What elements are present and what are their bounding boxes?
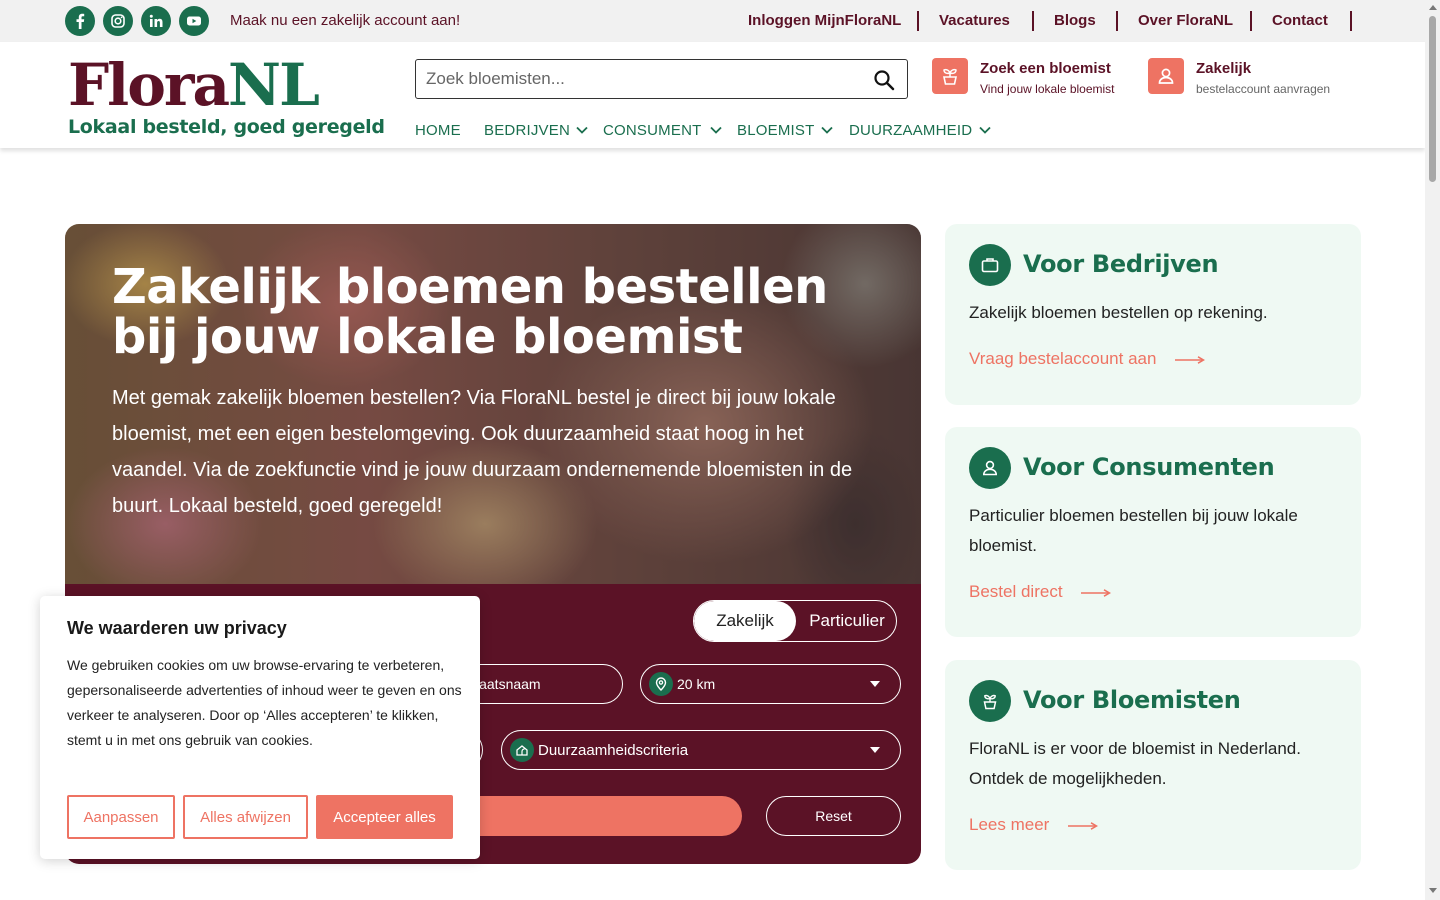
nav-bedrijven[interactable]: BEDRIJVEN: [484, 122, 588, 139]
floranl-logo[interactable]: FloraNL Lokaal besteld, goed geregeld: [68, 51, 385, 138]
nav-label: CONSUMENT: [603, 122, 702, 139]
caret-down-icon: [870, 747, 880, 753]
criteria-select[interactable]: Duurzaamheidscriteria: [501, 730, 901, 770]
link-label: Vraag bestelaccount aan: [969, 349, 1157, 368]
card-text: FloraNL is er voor de bloemist in Nederl…: [969, 739, 1301, 788]
contact-link[interactable]: Contact: [1272, 12, 1328, 32]
nav-label: BEDRIJVEN: [484, 122, 570, 139]
linkedin-icon[interactable]: [141, 6, 171, 36]
divider: [1116, 11, 1118, 31]
chevron-down-icon: [979, 126, 991, 134]
search-bar: [415, 59, 908, 99]
logo-tagline: Lokaal besteld, goed geregeld: [68, 116, 385, 138]
location-pin-icon: [649, 672, 673, 696]
scrollbar-thumb[interactable]: [1429, 16, 1436, 182]
search-icon[interactable]: [873, 69, 895, 91]
accept-all-button[interactable]: Accepteer alles: [316, 795, 453, 839]
chevron-down-icon: [821, 126, 833, 134]
criteria-label: Duurzaamheidscriteria: [538, 742, 689, 759]
divider: [1250, 11, 1252, 31]
toggle-particulier[interactable]: Particulier: [796, 601, 896, 641]
distance-value: 20 km: [677, 676, 716, 692]
cookie-title: We waarderen uw privacy: [67, 618, 287, 638]
logo-wordmark: FloraNL: [68, 51, 320, 119]
arrow-right-icon: [1175, 355, 1206, 364]
search-input[interactable]: [426, 68, 856, 90]
plant-icon: [932, 58, 968, 94]
card-title: Voor Bedrijven: [1023, 250, 1219, 278]
read-more-link[interactable]: Lees meer: [969, 815, 1099, 835]
scrollbar[interactable]: [1425, 0, 1440, 900]
cookie-consent-dialog: We waarderen uw privacy We gebruiken coo…: [40, 596, 480, 859]
top-bar: Maak nu een zakelijk account aan! Inlogg…: [0, 0, 1425, 42]
customer-type-toggle: Zakelijk Particulier: [693, 600, 897, 642]
hero-intro: Met gemak zakelijk bloemen bestellen? Vi…: [112, 387, 853, 517]
link-label: Lees meer: [969, 815, 1050, 834]
divider: [1032, 11, 1034, 31]
cta-title: Zoek een bloemist: [980, 60, 1111, 77]
nav-duurzaamheid[interactable]: DUURZAAMHEID: [849, 122, 991, 139]
user-icon: [969, 447, 1011, 489]
card-text: Zakelijk bloemen bestellen op rekening.: [969, 303, 1268, 322]
divider: [1350, 11, 1352, 31]
user-icon: [1148, 58, 1184, 94]
card-text: Particulier bloemen bestellen bij jouw l…: [969, 506, 1298, 555]
arrow-right-icon: [1068, 821, 1099, 830]
scroll-up-icon[interactable]: [1429, 5, 1437, 10]
nav-home[interactable]: HOME: [415, 122, 461, 139]
card-title: Voor Consumenten: [1023, 453, 1275, 481]
nav-bloemist[interactable]: BLOEMIST: [737, 122, 833, 139]
instagram-icon[interactable]: [103, 6, 133, 36]
card-title: Voor Bloemisten: [1023, 686, 1241, 714]
customize-button[interactable]: Aanpassen: [67, 795, 175, 839]
arrow-right-icon: [1081, 588, 1112, 597]
cta-subtitle: bestelaccount aanvragen: [1196, 82, 1331, 96]
login-link[interactable]: Inloggen MijnFloraNL: [748, 12, 901, 32]
nav-label: DUURZAAMHEID: [849, 122, 973, 139]
caret-down-icon: [870, 681, 880, 687]
distance-select[interactable]: 20 km: [640, 664, 901, 704]
link-label: Bestel direct: [969, 582, 1063, 601]
youtube-icon[interactable]: [179, 6, 209, 36]
hero-title: Zakelijk bloemen bestellen bij jouw loka…: [112, 259, 828, 365]
place-input-label: laatsnaam: [476, 676, 541, 692]
request-account-link[interactable]: Vraag bestelaccount aan: [969, 349, 1206, 369]
scroll-down-icon[interactable]: [1429, 888, 1437, 893]
chevron-down-icon: [576, 126, 588, 134]
card-consumenten: Voor Consumenten Particulier bloemen bes…: [945, 427, 1361, 637]
divider: [917, 11, 919, 31]
chevron-down-icon: [710, 126, 722, 134]
eco-house-icon: [510, 738, 534, 762]
nav-consument[interactable]: CONSUMENT: [603, 122, 722, 139]
cookie-text: We gebruiken cookies om uw browse-ervari…: [67, 657, 462, 748]
card-bloemisten: Voor Bloemisten FloraNL is er voor de bl…: [945, 660, 1361, 870]
briefcase-icon: [969, 244, 1011, 286]
promo-text[interactable]: Maak nu een zakelijk account aan!: [230, 12, 460, 29]
card-bedrijven: Voor Bedrijven Zakelijk bloemen bestelle…: [945, 224, 1361, 405]
blogs-link[interactable]: Blogs: [1054, 12, 1096, 32]
site-header: FloraNL Lokaal besteld, goed geregeld Zo…: [0, 42, 1425, 148]
plant-icon: [969, 680, 1011, 722]
reset-button[interactable]: Reset: [766, 796, 901, 836]
cta-subtitle: Vind jouw lokale bloemist: [980, 82, 1115, 96]
facebook-icon[interactable]: [65, 6, 95, 36]
order-direct-link[interactable]: Bestel direct: [969, 582, 1112, 602]
reject-all-button[interactable]: Alles afwijzen: [183, 795, 308, 839]
about-link[interactable]: Over FloraNL: [1138, 12, 1233, 32]
toggle-zakelijk[interactable]: Zakelijk: [694, 601, 796, 641]
cta-title: Zakelijk: [1196, 60, 1252, 77]
nav-label: BLOEMIST: [737, 122, 815, 139]
vacancies-link[interactable]: Vacatures: [939, 12, 1010, 32]
